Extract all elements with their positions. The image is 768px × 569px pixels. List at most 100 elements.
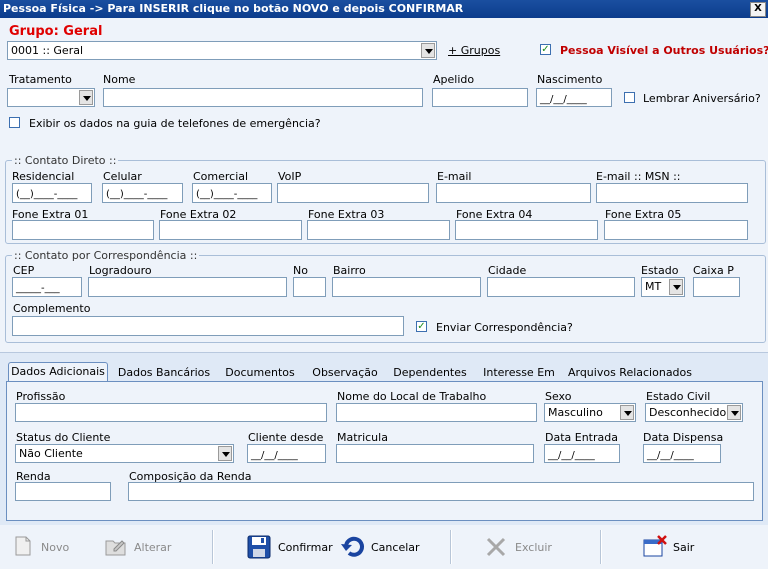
fone-extra-03-input[interactable] <box>307 220 450 240</box>
data-entrada-input[interactable]: __/__/____ <box>544 444 620 463</box>
chevron-down-icon <box>620 405 634 420</box>
confirmar-button[interactable]: Confirmar <box>246 533 333 561</box>
cep-input[interactable]: _____-___ <box>12 277 82 297</box>
excluir-button[interactable]: Excluir <box>484 533 564 561</box>
data-dispensa-input[interactable]: __/__/____ <box>643 444 721 463</box>
estado-civil-select-value: Desconhecido <box>649 406 727 419</box>
caixa-postal-input[interactable] <box>693 277 740 297</box>
celular-label: Celular <box>103 170 142 183</box>
composicao-renda-input[interactable] <box>128 482 754 501</box>
tab-dados-adicionais[interactable]: Dados Adicionais <box>8 362 108 383</box>
profissao-input[interactable] <box>15 403 327 422</box>
estado-label: Estado <box>641 264 679 277</box>
sair-label: Sair <box>673 541 695 554</box>
edit-folder-icon <box>105 540 126 556</box>
nascimento-input[interactable]: __/__/____ <box>536 88 612 107</box>
numero-input[interactable] <box>293 277 326 297</box>
alterar-label: Alterar <box>134 541 172 554</box>
tab-arquivos-relacionados[interactable]: Arquivos Relacionados <box>567 364 693 382</box>
correspondencia-legend: :: Contato por Correspondência :: <box>12 249 200 262</box>
tab-observacao[interactable]: Observação <box>307 364 383 382</box>
grupo-select-value: 0001 :: Geral <box>11 44 84 57</box>
msn-input[interactable] <box>596 183 748 203</box>
cidade-input[interactable] <box>487 277 635 297</box>
comercial-label: Comercial <box>193 170 249 183</box>
close-button[interactable]: X <box>750 2 766 17</box>
enviar-correspondencia-label: Enviar Correspondência? <box>436 321 573 334</box>
nome-input[interactable] <box>103 88 423 107</box>
lembrar-label: Lembrar Aniversário? <box>643 92 761 105</box>
add-grupos-link[interactable]: + Grupos <box>448 44 500 57</box>
voip-input[interactable] <box>277 183 429 203</box>
tab-dados-bancarios[interactable]: Dados Bancários <box>114 364 214 382</box>
complemento-label: Complemento <box>13 302 91 315</box>
email-input[interactable] <box>436 183 591 203</box>
msn-label: E-mail :: MSN :: <box>596 170 681 183</box>
bairro-label: Bairro <box>333 264 366 277</box>
comercial-input[interactable]: (__)____-____ <box>192 183 272 203</box>
sexo-select[interactable]: Masculino <box>544 403 636 422</box>
novo-label: Novo <box>41 541 70 554</box>
profissao-label: Profissão <box>16 390 66 403</box>
status-cliente-select[interactable]: Não Cliente <box>15 444 234 463</box>
residencial-input[interactable]: (__)____-____ <box>12 183 92 203</box>
logradouro-label: Logradouro <box>89 264 152 277</box>
toolbar-divider <box>212 530 214 564</box>
visivel-label: Pessoa Visível a Outros Usuários? <box>560 44 768 57</box>
matricula-label: Matricula <box>337 431 388 444</box>
cep-label: CEP <box>13 264 35 277</box>
sexo-label: Sexo <box>545 390 572 403</box>
nome-label: Nome <box>103 73 136 86</box>
caixa-postal-label: Caixa P <box>693 264 734 277</box>
tab-documentos[interactable]: Documentos <box>222 364 298 382</box>
celular-input[interactable]: (__)____-____ <box>102 183 183 203</box>
logradouro-input[interactable] <box>88 277 287 297</box>
novo-button[interactable]: Novo <box>12 533 92 561</box>
lembrar-checkbox[interactable] <box>624 92 635 103</box>
emergencia-label: Exibir os dados na guia de telefones de … <box>29 117 321 130</box>
excluir-label: Excluir <box>515 541 552 554</box>
cliente-desde-input[interactable]: __/__/____ <box>247 444 326 463</box>
fone-extra-02-input[interactable] <box>159 220 302 240</box>
fone-extra-04-input[interactable] <box>455 220 598 240</box>
bairro-input[interactable] <box>332 277 481 297</box>
matricula-input[interactable] <box>336 444 534 463</box>
cidade-label: Cidade <box>488 264 527 277</box>
apelido-input[interactable] <box>432 88 528 107</box>
apelido-label: Apelido <box>433 73 475 86</box>
status-cliente-label: Status do Cliente <box>16 431 111 444</box>
sair-button[interactable]: Sair <box>642 533 712 561</box>
chevron-down-icon <box>79 90 93 105</box>
tab-interesse-em[interactable]: Interesse Em <box>479 364 559 382</box>
tratamento-label: Tratamento <box>9 73 72 86</box>
tab-dependentes[interactable]: Dependentes <box>390 364 470 382</box>
email-label: E-mail <box>437 170 472 183</box>
numero-label: No <box>293 264 308 277</box>
sexo-select-value: Masculino <box>548 406 603 419</box>
enviar-correspondencia-checkbox[interactable]: ✓ <box>416 321 427 332</box>
estado-select[interactable]: MT <box>641 277 685 297</box>
toolbar-divider <box>600 530 602 564</box>
cancelar-label: Cancelar <box>371 541 420 554</box>
chevron-down-icon <box>727 405 741 420</box>
local-trabalho-input[interactable] <box>336 403 537 422</box>
data-dispensa-label: Data Dispensa <box>643 431 724 444</box>
grupo-select[interactable]: 0001 :: Geral <box>7 41 437 60</box>
save-disk-icon <box>247 535 271 559</box>
voip-label: VoIP <box>278 170 302 183</box>
estado-civil-select[interactable]: Desconhecido <box>645 403 743 422</box>
grupo-title: Grupo: Geral <box>9 24 103 39</box>
undo-arrow-icon <box>341 536 364 557</box>
tratamento-select[interactable] <box>7 88 95 107</box>
cancelar-button[interactable]: Cancelar <box>340 533 420 561</box>
visivel-checkbox[interactable]: ✓ <box>540 44 551 55</box>
emergencia-checkbox[interactable] <box>9 117 20 128</box>
data-entrada-label: Data Entrada <box>545 431 618 444</box>
alterar-button[interactable]: Alterar <box>104 533 184 561</box>
estado-select-value: MT <box>645 280 662 293</box>
nascimento-label: Nascimento <box>537 73 603 86</box>
complemento-input[interactable] <box>12 316 404 336</box>
renda-input[interactable] <box>15 482 111 501</box>
fone-extra-01-input[interactable] <box>12 220 154 240</box>
fone-extra-05-input[interactable] <box>604 220 748 240</box>
